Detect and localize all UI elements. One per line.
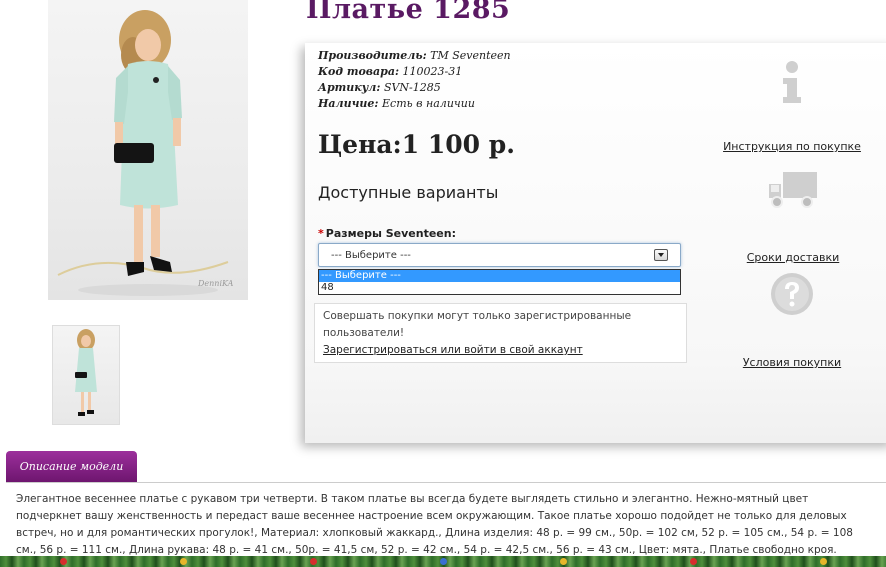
size-option[interactable]: --- Выберите --- bbox=[319, 270, 680, 282]
purchase-conditions-link[interactable]: Условия покупки bbox=[743, 356, 841, 369]
tab-description[interactable]: Описание модели bbox=[6, 451, 137, 482]
product-main-photo[interactable]: DenniKA bbox=[48, 0, 248, 300]
sidebar-item-instructions: Инструкция по покупке bbox=[722, 59, 862, 154]
spec-manufacturer: Производитель: TM Seventeen bbox=[318, 48, 511, 64]
size-select-value: --- Выберите --- bbox=[331, 250, 411, 261]
spec-value: 110023-31 bbox=[402, 65, 463, 78]
photo-watermark: DenniKA bbox=[197, 279, 234, 288]
product-info-panel: Производитель: TM Seventeen Код товара: … bbox=[305, 43, 886, 443]
registration-notice: Совершать покупки могут только зарегистр… bbox=[314, 303, 687, 363]
spec-label: Наличие: bbox=[318, 97, 379, 110]
spec-value: Есть в наличии bbox=[382, 97, 475, 110]
dress-photo-illustration: DenniKA bbox=[57, 10, 234, 296]
notice-text: Совершать покупки могут только зарегистр… bbox=[323, 310, 632, 339]
truck-icon bbox=[723, 170, 863, 216]
spec-label: Артикул: bbox=[318, 81, 381, 94]
variants-heading: Доступные варианты bbox=[318, 183, 499, 202]
product-price: Цена:1 100 р. bbox=[318, 130, 515, 159]
register-login-link[interactable]: Зарегистрироваться или войти в свой акка… bbox=[323, 344, 583, 356]
spec-label: Производитель: bbox=[318, 49, 427, 62]
info-icon bbox=[722, 59, 862, 111]
size-dropdown-list: --- Выберите --- 48 bbox=[318, 269, 681, 295]
chevron-down-icon[interactable] bbox=[654, 249, 668, 261]
delivery-terms-link[interactable]: Сроки доставки bbox=[747, 251, 840, 264]
sidebar-item-delivery: Сроки доставки bbox=[723, 170, 863, 265]
spec-article: Артикул: SVN-1285 bbox=[318, 80, 511, 96]
thumbnail-illustration bbox=[75, 329, 97, 416]
product-specs: Производитель: TM Seventeen Код товара: … bbox=[318, 48, 511, 112]
spec-value: TM Seventeen bbox=[430, 49, 511, 62]
product-title: Платье 1285 bbox=[306, 0, 511, 25]
spec-label: Код товара: bbox=[318, 65, 400, 78]
size-option-label-text: Размеры Seventeen: bbox=[325, 227, 456, 240]
product-thumbnail[interactable] bbox=[52, 325, 120, 425]
product-description: Элегантное весеннее платье с рукавом три… bbox=[6, 482, 886, 562]
sidebar-item-purchase-conditions: Условия покупки bbox=[722, 271, 862, 370]
spec-availability: Наличие: Есть в наличии bbox=[318, 96, 511, 112]
spec-product-code: Код товара: 110023-31 bbox=[318, 64, 511, 80]
spec-value: SVN-1285 bbox=[383, 81, 441, 94]
size-select[interactable]: --- Выберите --- bbox=[318, 243, 681, 267]
instructions-link[interactable]: Инструкция по покупке bbox=[723, 140, 861, 153]
question-icon bbox=[722, 271, 862, 321]
required-mark: * bbox=[318, 227, 324, 240]
size-option-label: * Размеры Seventeen: bbox=[318, 227, 456, 240]
size-option[interactable]: 48 bbox=[319, 282, 680, 294]
christmas-garland-decoration bbox=[0, 556, 886, 567]
